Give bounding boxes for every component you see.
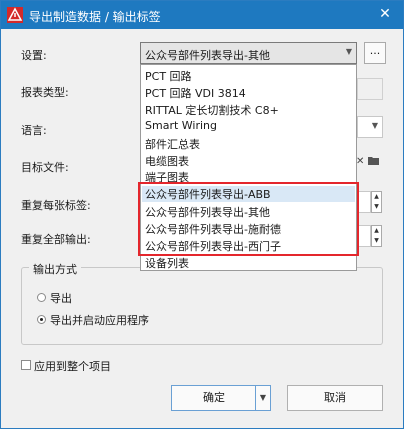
dropdown-item[interactable]: PCT 回路	[145, 68, 192, 84]
repeat-all-output-spinner[interactable]: ▲ ▼	[371, 225, 382, 247]
annotation-highlight-box	[138, 182, 359, 256]
cancel-button[interactable]: 取消	[287, 385, 383, 411]
window-title: 导出制造数据 / 输出标签	[29, 10, 161, 24]
settings-label: 设置:	[21, 49, 47, 62]
spin-down-icon[interactable]: ▼	[372, 202, 381, 212]
repeat-each-label-label: 重复每张标签:	[21, 199, 91, 212]
dropdown-item[interactable]: 电缆图表	[145, 153, 189, 169]
repeat-each-label-input[interactable]	[357, 191, 371, 213]
spin-up-icon[interactable]: ▲	[372, 192, 381, 202]
apply-to-project-checkbox[interactable]	[21, 360, 31, 370]
language-combobox[interactable]: ▼	[357, 116, 383, 138]
dropdown-item[interactable]: PCT 回路 VDI 3814	[145, 85, 246, 101]
ok-dropdown-button[interactable]: ▼	[255, 385, 271, 411]
report-type-field	[357, 78, 383, 100]
output-mode-group	[21, 267, 383, 345]
radio-export-and-launch[interactable]	[37, 315, 46, 324]
export-dialog: 导出制造数据 / 输出标签 ✕ 设置: 公众号部件列表导出-其他 ▼ ... 报…	[0, 0, 404, 429]
title-bar: 导出制造数据 / 输出标签 ✕	[1, 1, 403, 29]
settings-combobox-value: 公众号部件列表导出-其他	[145, 49, 270, 62]
spin-down-icon[interactable]: ▼	[372, 236, 381, 246]
app-logo-icon	[7, 7, 23, 23]
output-mode-group-title: 输出方式	[29, 261, 81, 277]
close-button[interactable]: ✕	[375, 4, 395, 24]
chevron-down-icon: ▼	[345, 47, 352, 56]
radio-export-and-launch-label[interactable]: 导出并启动应用程序	[50, 312, 149, 328]
chevron-down-icon: ▼	[259, 393, 267, 402]
dropdown-item[interactable]: Smart Wiring	[145, 119, 217, 132]
apply-to-project-label[interactable]: 应用到整个项目	[34, 358, 111, 374]
settings-more-button[interactable]: ...	[364, 42, 386, 64]
dropdown-item[interactable]: 部件汇总表	[145, 136, 200, 152]
radio-export-label[interactable]: 导出	[50, 290, 72, 306]
repeat-each-label-spinner[interactable]: ▲ ▼	[371, 191, 382, 213]
target-file-label: 目标文件:	[21, 161, 69, 174]
clear-icon[interactable]: ✕	[356, 156, 364, 167]
repeat-all-output-label: 重复全部输出:	[21, 233, 91, 246]
dropdown-item[interactable]: RITTAL 定长切割技术 C8+	[145, 102, 279, 118]
settings-combobox[interactable]: 公众号部件列表导出-其他 ▼	[140, 42, 357, 64]
dropdown-item[interactable]: 设备列表	[145, 255, 189, 271]
chevron-down-icon: ▼	[371, 121, 378, 130]
ok-button[interactable]: 确定	[171, 385, 257, 411]
report-type-label: 报表类型:	[21, 86, 69, 99]
spin-up-icon[interactable]: ▲	[372, 226, 381, 236]
repeat-all-output-input[interactable]	[357, 225, 371, 247]
language-label: 语言:	[21, 124, 47, 137]
radio-export[interactable]	[37, 293, 46, 302]
folder-open-icon[interactable]	[367, 155, 381, 170]
